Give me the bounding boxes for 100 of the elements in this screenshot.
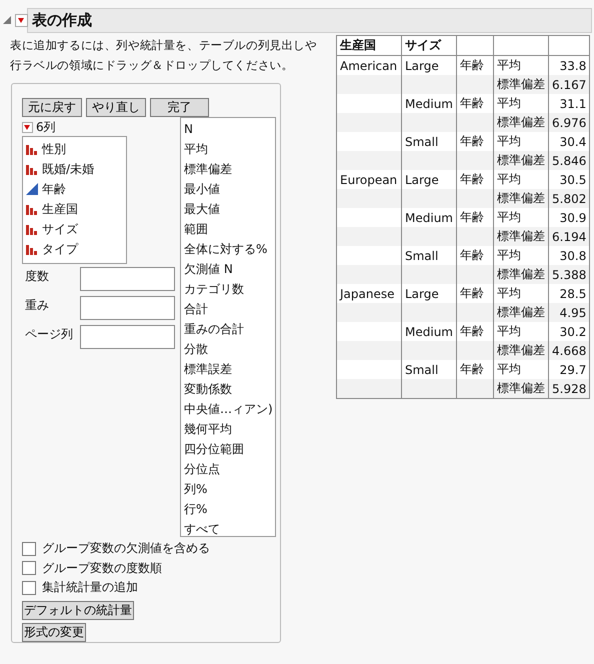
statistic-item[interactable]: 範囲 [184,219,275,239]
table-cell: 平均 [497,210,521,224]
column-header: サイズ [402,36,456,56]
column-item[interactable]: 年齢 [26,179,126,199]
statistic-item[interactable]: 欠測値 N [184,259,275,279]
checkbox[interactable] [22,561,36,576]
table-cell: 年齢 [460,362,484,376]
column-header: 生産国 [336,36,402,56]
triangle-icon [26,183,38,195]
role-drop-field[interactable] [80,296,175,320]
table-cell: 年齢 [460,248,484,262]
column-item[interactable]: 生産国 [26,199,126,219]
column-item[interactable]: 性別 [26,139,126,159]
table-cell: 標準偏差 [497,229,545,243]
table-cell: Japanese [340,286,394,300]
statistic-item[interactable]: 全体に対する% [184,239,275,259]
table-cell: 4.95 [560,306,586,320]
table-cell: 30.8 [560,248,586,262]
table-cell: 標準偏差 [497,115,545,129]
statistic-item[interactable]: すべて [184,519,275,539]
table-cell: 5.846 [552,154,586,168]
table-cell: 年齢 [460,210,484,224]
table-cell: 平均 [497,58,521,72]
column-item[interactable]: 既婚/未婚 [26,159,126,179]
table-cell: 標準偏差 [497,191,545,205]
table-cell: 6.976 [552,116,586,130]
table-cell: 年齢 [460,58,484,72]
statistic-item[interactable]: 平均 [184,139,275,159]
bar-chart-icon [26,163,38,175]
table-cell: Medium [405,324,453,338]
toolbar-button[interactable]: 完了 [150,98,209,117]
bar-chart-icon [26,243,38,255]
table-cell: 平均 [497,134,521,148]
role-label: ページ列 [24,326,74,343]
statistic-item[interactable]: 列% [184,479,275,499]
table-cell: 6.194 [552,230,586,244]
table-cell: 33.8 [560,58,586,72]
table-cell: Small [405,134,438,148]
column-item[interactable]: サイズ [26,219,126,239]
table-cell: 30.2 [560,324,586,338]
statistic-item[interactable]: 合計 [184,299,275,319]
column-item[interactable]: タイプ [26,239,126,259]
table-cell: 標準偏差 [497,77,545,91]
toolbar-button[interactable]: 元に戻す [22,98,82,117]
role-drop-field[interactable] [80,267,175,291]
action-button[interactable]: 形式の変更 [22,622,86,642]
table-cell: 標準偏差 [497,267,545,281]
statistic-item[interactable]: 分位点 [184,459,275,479]
statistic-item[interactable]: 変動係数 [184,379,275,399]
table-cell: 5.802 [552,192,586,206]
table-cell: 標準偏差 [497,153,545,167]
table-cell: 29.7 [560,362,586,376]
table-cell: American [340,58,398,72]
table-cell: 標準偏差 [497,305,545,319]
action-button[interactable]: デフォルトの統計量 [22,600,134,620]
table-cell: 6.167 [552,78,586,92]
checkbox-label: グループ変数の欠測値を含める [42,540,210,558]
statistic-item[interactable]: 中央値…ィアン) [184,399,275,419]
statistic-item[interactable]: カテゴリ数 [184,279,275,299]
table-cell: 5.928 [552,382,586,396]
table-cell: 30.5 [560,172,586,186]
role-drop-field[interactable] [80,325,175,349]
statistic-item[interactable]: 四分位範囲 [184,439,275,459]
table-cell: 標準偏差 [497,381,545,395]
table-cell: Medium [405,210,453,224]
panel-title: 表の作成 [27,8,592,32]
bar-chart-icon [26,143,38,155]
table-cell: 28.5 [560,286,586,300]
table-cell: Large [405,58,439,72]
checkbox-label: 集計統計量の追加 [42,579,138,596]
table-cell: European [340,172,398,186]
table-cell: 年齢 [460,96,484,110]
statistic-item[interactable]: 行% [184,499,275,519]
statistic-item[interactable]: 標準偏差 [184,159,275,179]
table-cell: 年齢 [460,324,484,338]
statistic-item[interactable]: 最小値 [184,179,275,199]
statistic-item[interactable]: 最大値 [184,199,275,219]
table-cell: Small [405,362,438,376]
checkbox[interactable] [22,580,36,595]
table-cell: 年齢 [460,134,484,148]
toolbar-button[interactable]: やり直し [86,98,146,117]
statistic-item[interactable]: 分散 [184,339,275,359]
table-cell: 年齢 [460,172,484,186]
statistic-item[interactable]: N [184,119,275,139]
table-cell: 5.388 [552,268,586,282]
statistic-item[interactable]: 重みの合計 [184,319,275,339]
table-cell: Large [405,286,439,300]
checkbox[interactable] [22,542,36,556]
table-cell: 平均 [497,172,521,186]
table-cell: 平均 [497,248,521,262]
statistic-item[interactable]: 標準誤差 [184,359,275,379]
table-cell: 平均 [497,362,521,376]
bar-chart-icon [26,223,38,235]
table-cell: 平均 [497,96,521,110]
statistic-item[interactable]: 幾何平均 [184,419,275,439]
table-cell: 標準偏差 [497,343,545,357]
table-cell: 平均 [497,286,521,300]
table-cell: 平均 [497,324,521,338]
table-cell: 30.4 [560,134,586,148]
table-cell: Large [405,172,439,186]
